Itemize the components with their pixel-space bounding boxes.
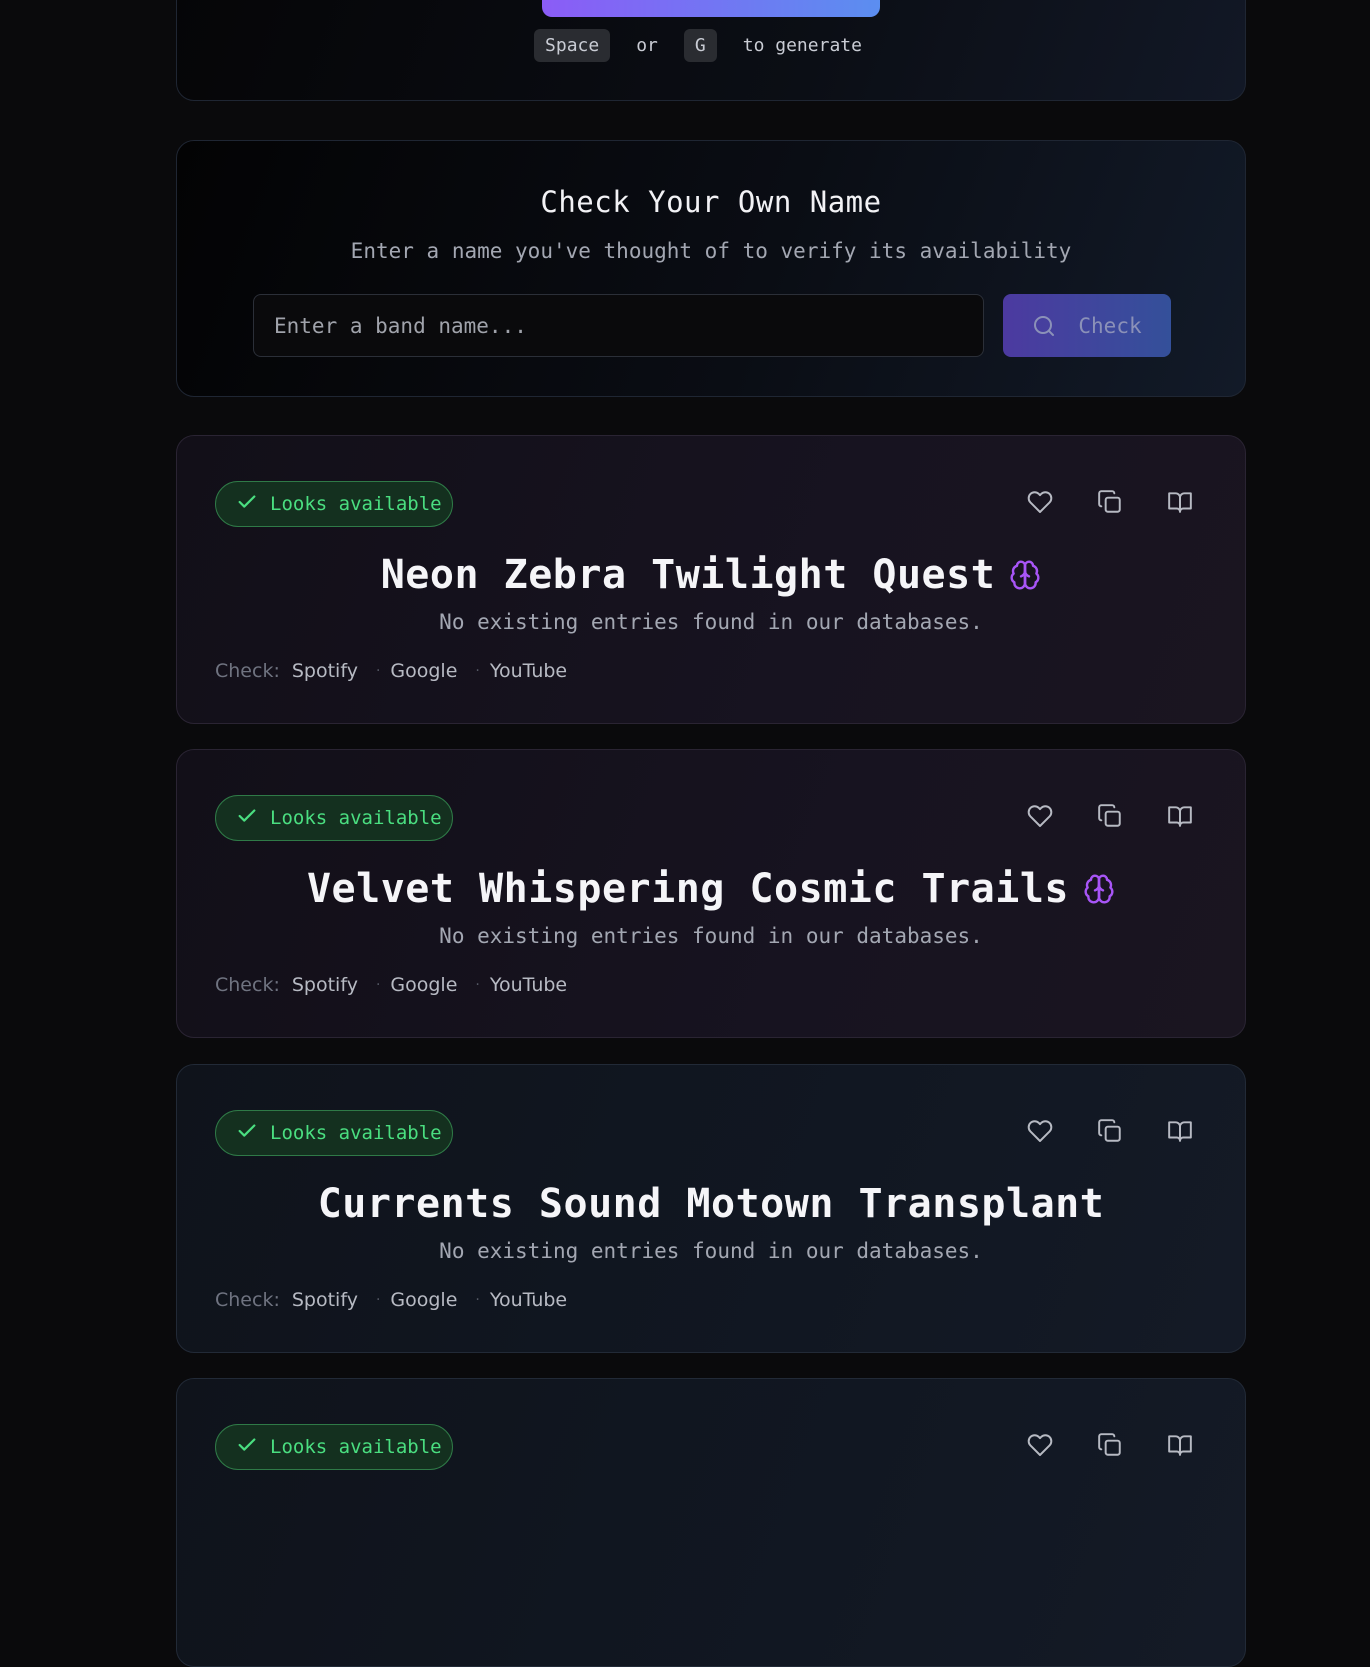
- result-card: Looks available Neon Zebra Twilight Ques…: [176, 435, 1246, 724]
- check-link-spotify[interactable]: Spotify: [292, 974, 358, 996]
- check-button[interactable]: Check: [1003, 294, 1171, 357]
- check-icon: [236, 1434, 258, 1461]
- check-icon: [236, 805, 258, 832]
- band-name-text: Velvet Whispering Cosmic Trails: [306, 866, 1070, 912]
- heart-icon[interactable]: [1027, 1432, 1053, 1458]
- link-separator: ·: [375, 977, 381, 993]
- hint-suffix: to generate: [742, 35, 862, 56]
- result-card: Looks available Velvet Whispering Cosmic…: [176, 749, 1246, 1038]
- hint-or: or: [636, 35, 658, 56]
- link-separator: ·: [375, 1292, 381, 1308]
- check-link-google[interactable]: Google: [390, 660, 457, 682]
- availability-note: No existing entries found in our databas…: [439, 610, 983, 634]
- band-name-text: Neon Zebra Twilight Quest: [380, 552, 996, 598]
- heart-icon[interactable]: [1027, 1118, 1053, 1144]
- check-link-youtube[interactable]: YouTube: [490, 974, 567, 996]
- band-name-title: Currents Sound Motown Transplant: [177, 1181, 1245, 1227]
- check-button-label: Check: [1078, 313, 1142, 338]
- book-icon[interactable]: [1167, 803, 1193, 829]
- check-name-panel: Check Your Own Name Enter a name you've …: [176, 140, 1246, 397]
- check-links-label: Check:: [215, 974, 280, 996]
- g-key: G: [683, 29, 717, 62]
- space-key: Space: [534, 29, 611, 62]
- check-link-spotify[interactable]: Spotify: [292, 660, 358, 682]
- link-separator: ·: [475, 977, 480, 993]
- band-name-input[interactable]: [253, 294, 984, 357]
- check-title: Check Your Own Name: [540, 185, 882, 219]
- band-name-title: Neon Zebra Twilight Quest: [177, 552, 1245, 598]
- copy-icon[interactable]: [1097, 803, 1123, 829]
- band-name-text: Currents Sound Motown Transplant: [317, 1181, 1105, 1227]
- heart-icon[interactable]: [1027, 803, 1053, 829]
- link-separator: ·: [475, 663, 480, 679]
- card-actions: [1027, 489, 1193, 515]
- generator-panel: Space or G to generate: [176, 0, 1246, 101]
- availability-note: No existing entries found in our databas…: [439, 924, 983, 948]
- generate-button[interactable]: [542, 0, 880, 17]
- check-links: Check: Spotify · Google · YouTube: [215, 974, 567, 996]
- book-icon[interactable]: [1167, 1118, 1193, 1144]
- availability-badge: Looks available: [215, 481, 453, 527]
- copy-icon[interactable]: [1097, 489, 1123, 515]
- keyboard-hint: Space or G to generate: [177, 29, 1245, 62]
- availability-label: Looks available: [270, 1436, 442, 1458]
- card-actions: [1027, 1432, 1193, 1458]
- check-subtitle: Enter a name you've thought of to verify…: [350, 239, 1072, 263]
- check-links: Check: Spotify · Google · YouTube: [215, 660, 567, 682]
- copy-icon[interactable]: [1097, 1432, 1123, 1458]
- book-icon[interactable]: [1167, 489, 1193, 515]
- search-icon: [1034, 315, 1055, 336]
- check-link-youtube[interactable]: YouTube: [490, 660, 567, 682]
- copy-icon[interactable]: [1097, 1118, 1123, 1144]
- check-links: Check: Spotify · Google · YouTube: [215, 1289, 567, 1311]
- result-card: Looks available Currents Sound Motown Tr…: [176, 1064, 1246, 1353]
- book-icon[interactable]: [1167, 1432, 1193, 1458]
- availability-note: No existing entries found in our databas…: [439, 1239, 983, 1263]
- check-link-youtube[interactable]: YouTube: [490, 1289, 567, 1311]
- result-card: Looks available: [176, 1378, 1246, 1667]
- brain-icon: [1083, 873, 1115, 905]
- heart-icon[interactable]: [1027, 489, 1053, 515]
- check-link-spotify[interactable]: Spotify: [292, 1289, 358, 1311]
- availability-badge: Looks available: [215, 1424, 453, 1470]
- band-name-title: Velvet Whispering Cosmic Trails: [177, 866, 1245, 912]
- link-separator: ·: [475, 1292, 480, 1308]
- brain-icon: [1009, 559, 1041, 591]
- availability-label: Looks available: [270, 807, 442, 829]
- check-links-label: Check:: [215, 1289, 280, 1311]
- check-links-label: Check:: [215, 660, 280, 682]
- check-icon: [236, 1120, 258, 1147]
- check-link-google[interactable]: Google: [390, 1289, 457, 1311]
- link-separator: ·: [375, 663, 381, 679]
- check-icon: [236, 491, 258, 518]
- card-actions: [1027, 803, 1193, 829]
- card-actions: [1027, 1118, 1193, 1144]
- availability-badge: Looks available: [215, 1110, 453, 1156]
- availability-label: Looks available: [270, 493, 442, 515]
- check-link-google[interactable]: Google: [390, 974, 457, 996]
- availability-label: Looks available: [270, 1122, 442, 1144]
- availability-badge: Looks available: [215, 795, 453, 841]
